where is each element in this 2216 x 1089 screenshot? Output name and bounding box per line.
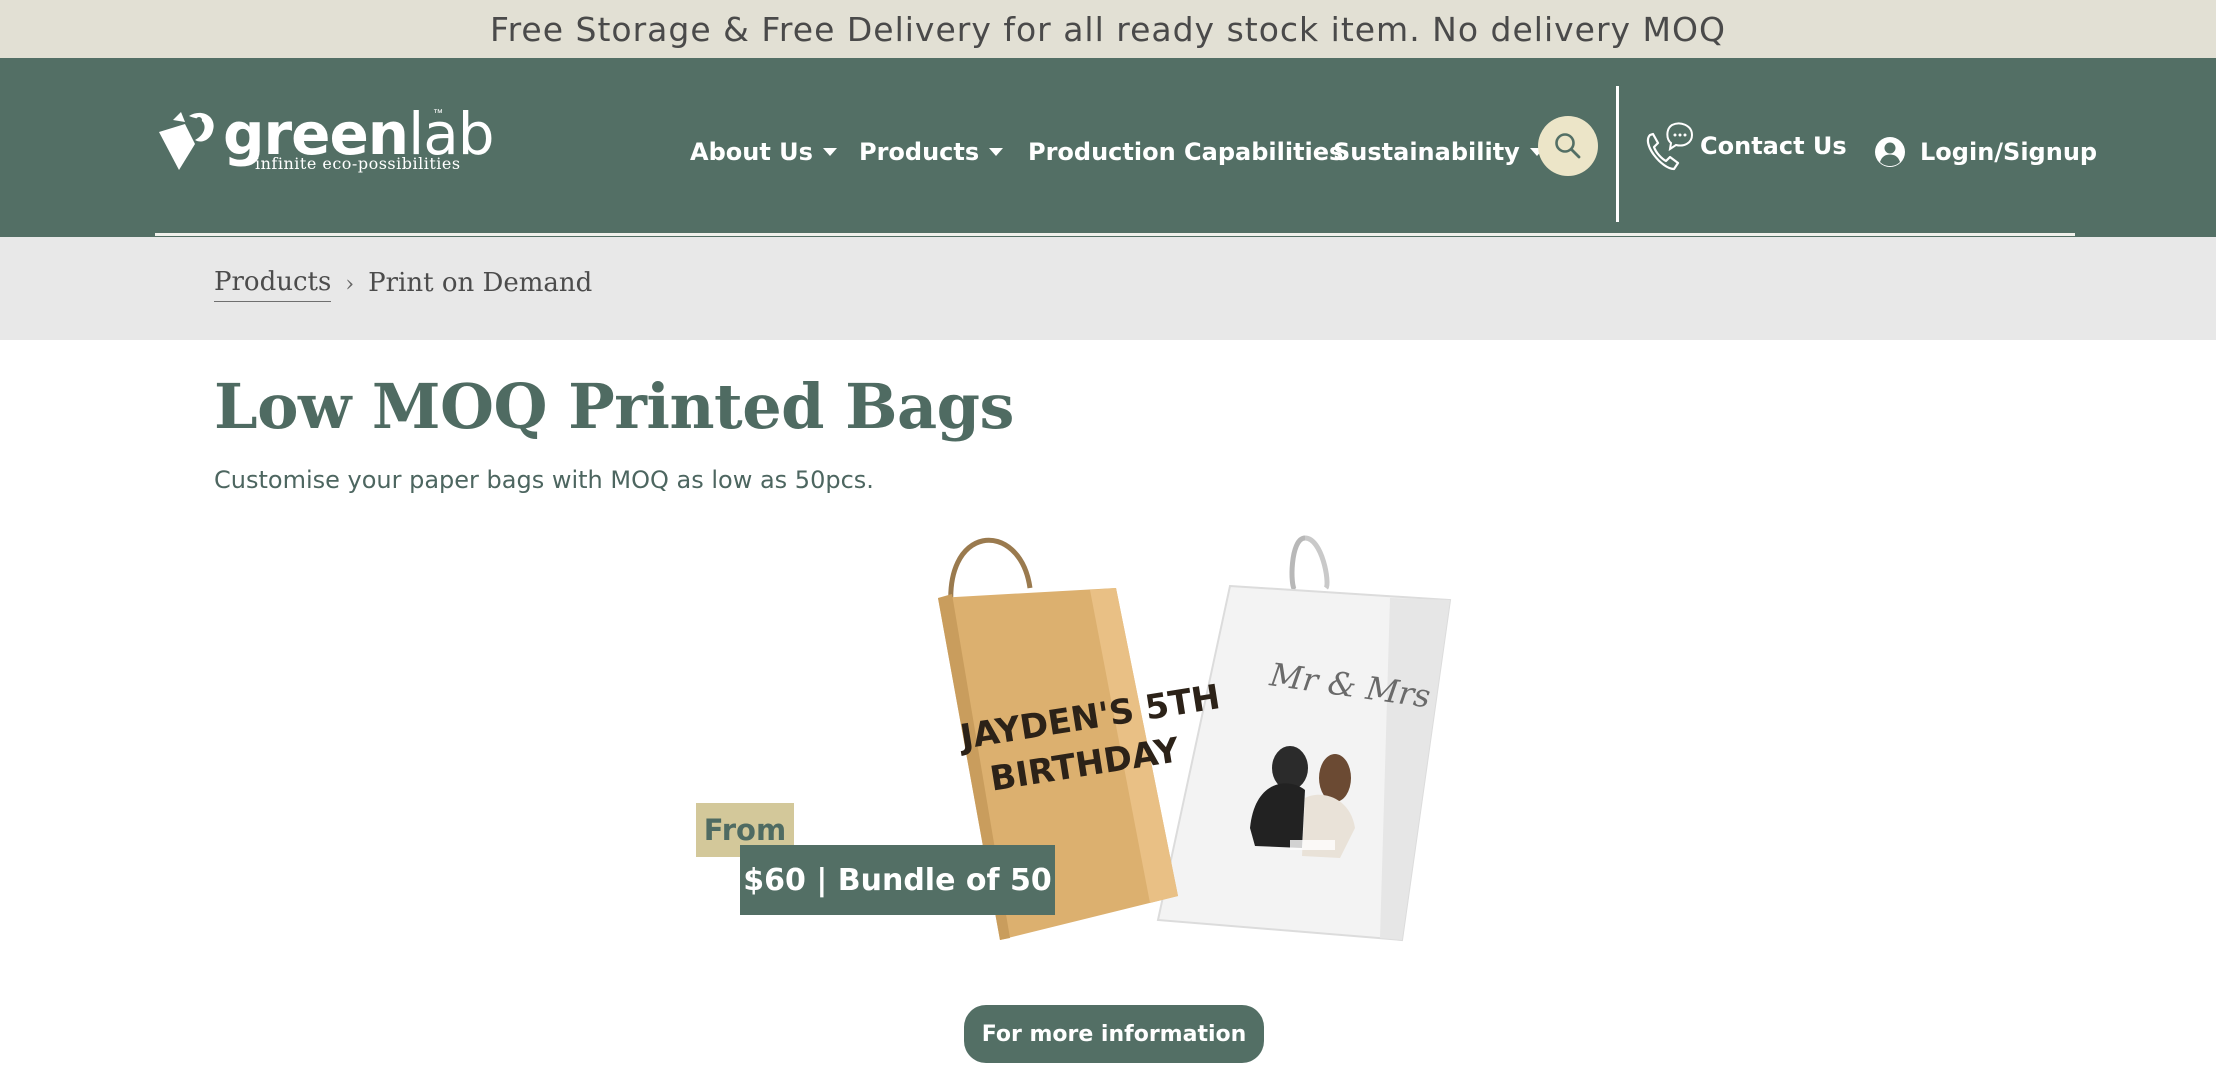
- page-subtitle: Customise your paper bags with MOQ as lo…: [214, 466, 874, 494]
- user-circle-icon: [1875, 137, 1905, 167]
- more-info-button[interactable]: For more information: [964, 1005, 1264, 1063]
- breadcrumb-current: Print on Demand: [368, 267, 593, 298]
- caret-down-icon: [989, 148, 1004, 156]
- nav-production-capabilities[interactable]: Production Capabilities: [1028, 130, 1343, 174]
- search-button[interactable]: [1538, 116, 1598, 176]
- phone-chat-icon: [1646, 122, 1694, 171]
- logo-mark-icon: [159, 112, 214, 170]
- nav-contact-label: Contact Us: [1700, 132, 1847, 160]
- nav-production-label: Production Capabilities: [1028, 138, 1344, 166]
- caret-down-icon: [822, 148, 837, 156]
- nav-sustainability[interactable]: Sustainability: [1333, 130, 1544, 174]
- white-bag: Mr & Mrs: [1156, 535, 1452, 942]
- header-divider: [155, 233, 2075, 236]
- nav-products-label: Products: [859, 138, 980, 166]
- breadcrumb-products-link[interactable]: Products: [214, 267, 332, 302]
- logo-tagline: infinite eco-possibilities: [255, 154, 461, 173]
- search-icon: [1555, 133, 1581, 159]
- announcement-text: Free Storage & Free Delivery for all rea…: [490, 9, 1726, 49]
- nav-about-us-label: About Us: [690, 138, 813, 166]
- breadcrumb-bar: Products › Print on Demand: [0, 237, 2216, 340]
- nav-sustainability-label: Sustainability: [1333, 138, 1520, 166]
- nav-divider: [1616, 86, 1619, 222]
- price-badge: $60 | Bundle of 50: [740, 845, 1055, 915]
- nav-about-us[interactable]: About Us: [690, 130, 837, 174]
- breadcrumb: Products › Print on Demand: [214, 267, 592, 302]
- site-header: greenlab ™ infinite eco-possibilities Ab…: [0, 58, 2216, 237]
- logo-trademark: ™: [433, 108, 443, 119]
- nav-contact-us[interactable]: Contact Us: [1640, 116, 1847, 176]
- nav-login-label: Login/Signup: [1920, 138, 2098, 166]
- page-title: Low MOQ Printed Bags: [214, 370, 1014, 443]
- nav-login-signup[interactable]: Login/Signup: [1874, 130, 2097, 174]
- breadcrumb-separator: ›: [345, 272, 355, 297]
- announcement-bar: Free Storage & Free Delivery for all rea…: [0, 0, 2216, 58]
- nav-products[interactable]: Products: [859, 130, 1004, 174]
